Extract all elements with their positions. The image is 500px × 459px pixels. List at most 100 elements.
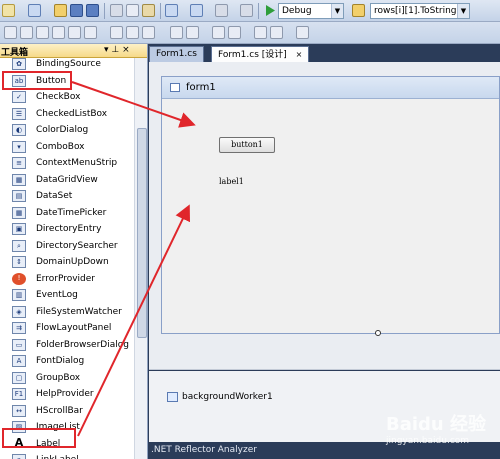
toolbox-scroll-thumb[interactable]: [137, 128, 147, 338]
undo-icon[interactable]: [165, 4, 178, 17]
make-same-height-icon[interactable]: [126, 26, 139, 39]
bring-to-front-icon[interactable]: [254, 26, 267, 39]
toolbox-item[interactable]: F1 HelpProvider: [0, 386, 134, 403]
toolbox-item-label: HScrollBar: [36, 405, 83, 416]
toolbox-item[interactable]: ! ErrorProvider: [0, 271, 134, 288]
chevron-down-icon[interactable]: ▼: [331, 4, 343, 18]
solution-configuration-select[interactable]: Debug ▼: [278, 3, 344, 19]
toolbar-separator: [104, 3, 105, 19]
toolbox-item[interactable]: ▢ GroupBox: [0, 370, 134, 387]
label-tool-highlight: [2, 428, 76, 448]
toolbox-item-label: LinkLabel: [36, 454, 79, 459]
toolbox-item[interactable]: ⌕ DirectorySearcher: [0, 238, 134, 255]
navigate-forward-icon[interactable]: [240, 4, 253, 17]
toolbar-separator: [160, 3, 161, 19]
align-lefts-icon[interactable]: [4, 26, 17, 39]
form1-window[interactable]: form1 button1 label1: [161, 76, 500, 334]
save-all-icon[interactable]: [86, 4, 99, 17]
checked-list-box-icon: ☰: [12, 107, 26, 120]
align-centers-icon[interactable]: [20, 26, 33, 39]
form1-title-bar: form1: [162, 77, 499, 99]
add-item-icon[interactable]: [28, 4, 41, 17]
toolbox-item[interactable]: a LinkLabel: [0, 452, 134, 459]
tray-component-backgroundworker1[interactable]: backgroundWorker1: [182, 392, 273, 402]
file-system-watcher-icon: ◈: [12, 305, 26, 318]
toolbox-item[interactable]: ✓ CheckBox: [0, 89, 134, 106]
new-project-icon[interactable]: [2, 4, 15, 17]
send-to-back-icon[interactable]: [270, 26, 283, 39]
find-in-files-icon[interactable]: [352, 4, 365, 17]
toolbox-item-label: BindingSource: [36, 59, 101, 69]
find-combo-value: rows[i][1].ToString(: [374, 6, 461, 16]
center-horizontally-icon[interactable]: [212, 26, 225, 39]
toolbox-item[interactable]: ▥ EventLog: [0, 287, 134, 304]
form-icon: [170, 83, 180, 92]
form-resize-handle[interactable]: [375, 330, 381, 336]
chevron-down-icon[interactable]: ▼: [457, 4, 469, 18]
hscrollbar-icon: ↔: [12, 404, 26, 417]
toolbox-item[interactable]: ◐ ColorDialog: [0, 122, 134, 139]
toolbox-item-label: ErrorProvider: [36, 273, 95, 284]
toolbox-item-label: CheckedListBox: [36, 108, 108, 119]
find-combo[interactable]: rows[i][1].ToString( ▼: [370, 3, 470, 19]
close-icon[interactable]: ×: [296, 50, 303, 59]
designer-surface[interactable]: form1 button1 label1: [149, 62, 500, 370]
solution-configuration-value: Debug: [282, 6, 312, 16]
folder-browser-dialog-icon: ▭: [12, 338, 26, 351]
toolbox-scrollbar[interactable]: [134, 58, 147, 459]
toolbox-item[interactable]: ◈ FileSystemWatcher: [0, 304, 134, 321]
toolbox-item[interactable]: ▾ ComboBox: [0, 139, 134, 156]
align-rights-icon[interactable]: [36, 26, 49, 39]
toolbox-item[interactable]: ▦ DataGridView: [0, 172, 134, 189]
toolbox-item[interactable]: ↔ HScrollBar: [0, 403, 134, 420]
toolbox-item[interactable]: ▤ DataSet: [0, 188, 134, 205]
toolbox-item-label: ComboBox: [36, 141, 85, 152]
start-debugging-icon[interactable]: [263, 4, 276, 17]
size-to-grid-icon[interactable]: [142, 26, 155, 39]
dataset-icon: ▤: [12, 190, 26, 202]
context-menu-strip-icon: ≡: [12, 157, 26, 169]
align-middles-icon[interactable]: [68, 26, 81, 39]
toolbox-item[interactable]: ≡ ContextMenuStrip: [0, 155, 134, 172]
checkbox-icon: ✓: [12, 91, 26, 103]
navigate-backward-icon[interactable]: [215, 4, 228, 17]
layout-toolbar: [0, 22, 500, 44]
paste-icon[interactable]: [142, 4, 155, 17]
toolbox-item[interactable]: ⇕ DomainUpDown: [0, 254, 134, 271]
align-bottoms-icon[interactable]: [84, 26, 97, 39]
tab-form1-designer[interactable]: Form1.cs [设计] ×: [211, 46, 310, 62]
directory-searcher-icon: ⌕: [12, 239, 26, 252]
toolbox-window-buttons[interactable]: ▾ ⊥ ×: [104, 45, 130, 56]
form1-title: form1: [186, 82, 216, 93]
toolbox-item-label: DataGridView: [36, 174, 98, 185]
cut-icon[interactable]: [110, 4, 123, 17]
horizontal-spacing-icon[interactable]: [170, 26, 183, 39]
save-icon[interactable]: [70, 4, 83, 17]
button1-control[interactable]: button1: [219, 137, 275, 153]
align-tops-icon[interactable]: [52, 26, 65, 39]
domain-up-down-icon: ⇕: [12, 256, 26, 268]
link-label-icon: a: [12, 454, 26, 459]
label1-control[interactable]: label1: [219, 177, 244, 186]
vertical-spacing-icon[interactable]: [186, 26, 199, 39]
document-tab-strip: Form1.cs Form1.cs [设计] ×: [149, 44, 500, 62]
toolbox-item[interactable]: ▦ DateTimePicker: [0, 205, 134, 222]
tab-label: Form1.cs: [156, 49, 197, 59]
watermark-url: jingyan.baidu.com: [386, 436, 470, 446]
make-same-width-icon[interactable]: [110, 26, 123, 39]
tab-order-icon[interactable]: [296, 26, 309, 39]
toolbox-item-label: DateTimePicker: [36, 207, 107, 218]
copy-icon[interactable]: [126, 4, 139, 17]
tab-form1-code[interactable]: Form1.cs: [149, 46, 204, 62]
toolbox-item[interactable]: ▭ FolderBrowserDialog: [0, 337, 134, 354]
toolbox-item-label: FileSystemWatcher: [36, 306, 122, 317]
toolbox-item[interactable]: ☰ CheckedListBox: [0, 106, 134, 123]
toolbox-item-label: DirectorySearcher: [36, 240, 118, 251]
center-vertically-icon[interactable]: [228, 26, 241, 39]
toolbox-item[interactable]: A FontDialog: [0, 353, 134, 370]
toolbox-item[interactable]: ▣ DirectoryEntry: [0, 221, 134, 238]
redo-icon[interactable]: [190, 4, 203, 17]
toolbox-item[interactable]: ⇉ FlowLayoutPanel: [0, 320, 134, 337]
open-file-icon[interactable]: [54, 4, 67, 17]
font-dialog-icon: A: [12, 355, 26, 367]
